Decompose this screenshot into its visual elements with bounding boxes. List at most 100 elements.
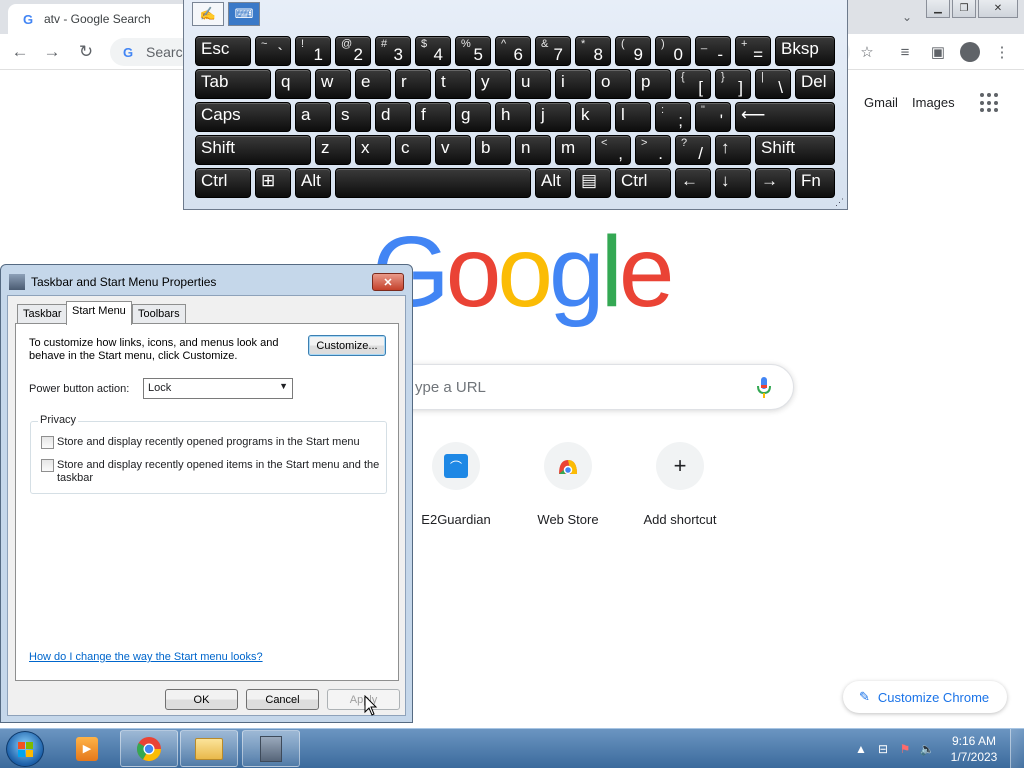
dialog-close-button[interactable]: ✕ bbox=[372, 273, 404, 291]
key-3[interactable]: #3 bbox=[375, 36, 411, 66]
minimize-button[interactable]: ▁ bbox=[926, 0, 950, 18]
key-symbol[interactable]: <, bbox=[595, 135, 631, 165]
clock[interactable]: 9:16 AM 1/7/2023 bbox=[938, 733, 1010, 765]
key-symbol[interactable]: :; bbox=[655, 102, 691, 132]
handwriting-pad-icon[interactable]: ✍ bbox=[192, 2, 224, 26]
checkbox[interactable] bbox=[41, 459, 54, 472]
key-u[interactable]: u bbox=[515, 69, 551, 99]
key-space[interactable] bbox=[335, 168, 531, 198]
key-t[interactable]: t bbox=[435, 69, 471, 99]
shortcut-e2guardian[interactable]: ⌒ E2Guardian bbox=[400, 442, 512, 527]
key-symbol[interactable]: _ - bbox=[695, 36, 731, 66]
key-c[interactable]: c bbox=[395, 135, 431, 165]
cancel-button[interactable]: Cancel bbox=[246, 689, 319, 710]
key-8[interactable]: * 8 bbox=[575, 36, 611, 66]
key-a[interactable]: a bbox=[295, 102, 331, 132]
key-shift[interactable]: Shift bbox=[195, 135, 311, 165]
power-button-select[interactable]: Lock ▼ bbox=[143, 378, 293, 399]
key-4[interactable]: $4 bbox=[415, 36, 451, 66]
profile-avatar[interactable] bbox=[960, 42, 980, 62]
key-5[interactable]: % 5 bbox=[455, 36, 491, 66]
start-button[interactable] bbox=[6, 731, 44, 767]
taskbar-chrome[interactable] bbox=[120, 730, 178, 767]
key-g[interactable]: g bbox=[455, 102, 491, 132]
key-2[interactable]: @2 bbox=[335, 36, 371, 66]
key-m[interactable]: m bbox=[555, 135, 591, 165]
key-symbol[interactable]: ⊞ bbox=[255, 168, 291, 198]
close-window-button[interactable]: ✕ bbox=[978, 0, 1018, 18]
key-esc[interactable]: Esc bbox=[195, 36, 251, 66]
key-alt[interactable]: Alt bbox=[535, 168, 571, 198]
privacy-option-items[interactable]: Store and display recently opened items … bbox=[41, 459, 381, 485]
key-o[interactable]: o bbox=[595, 69, 631, 99]
key-b[interactable]: b bbox=[475, 135, 511, 165]
key-f[interactable]: f bbox=[415, 102, 451, 132]
taskbar-media-player[interactable]: ▶ bbox=[58, 730, 116, 767]
key-symbol[interactable]: ? / bbox=[675, 135, 711, 165]
key-bksp[interactable]: Bksp bbox=[775, 36, 835, 66]
key-9[interactable]: (9 bbox=[615, 36, 651, 66]
key-symbol[interactable]: }] bbox=[715, 69, 751, 99]
volume-icon[interactable]: 🔈 bbox=[919, 741, 935, 757]
add-shortcut-button[interactable]: + Add shortcut bbox=[624, 442, 736, 527]
key-symbol[interactable]: {[ bbox=[675, 69, 711, 99]
key-symbol[interactable]: >. bbox=[635, 135, 671, 165]
help-link[interactable]: How do I change the way the Start menu l… bbox=[29, 651, 263, 663]
media-playlist-icon[interactable]: ≡ bbox=[895, 42, 915, 62]
resize-grip-icon[interactable]: ⋰ bbox=[835, 197, 845, 207]
key-7[interactable]: & 7 bbox=[535, 36, 571, 66]
key-ctrl[interactable]: Ctrl bbox=[615, 168, 671, 198]
microphone-icon[interactable] bbox=[757, 377, 771, 399]
key-shift[interactable]: Shift bbox=[755, 135, 835, 165]
key-fn[interactable]: Fn bbox=[795, 168, 835, 198]
key-symbol[interactable]: ⟵ bbox=[735, 102, 835, 132]
key-1[interactable]: ! 1 bbox=[295, 36, 331, 66]
tab-search-chevron-icon[interactable]: ⌄ bbox=[897, 7, 917, 27]
google-search-box[interactable]: ype a URL bbox=[360, 364, 794, 410]
restore-button[interactable]: ❐ bbox=[952, 0, 976, 18]
taskbar-explorer[interactable] bbox=[180, 730, 238, 767]
bookmark-star-icon[interactable]: ☆ bbox=[857, 42, 877, 62]
ok-button[interactable]: OK bbox=[165, 689, 238, 710]
key-l[interactable]: l bbox=[615, 102, 651, 132]
show-hidden-icons-icon[interactable]: ▲ bbox=[853, 741, 869, 757]
tab-start-menu[interactable]: Start Menu bbox=[66, 301, 132, 325]
key-x[interactable]: x bbox=[355, 135, 391, 165]
images-link[interactable]: Images bbox=[912, 95, 955, 110]
key-tab[interactable]: Tab bbox=[195, 69, 271, 99]
keyboard-mode-icon[interactable]: ⌨ bbox=[228, 2, 260, 26]
key-k[interactable]: k bbox=[575, 102, 611, 132]
key-v[interactable]: v bbox=[435, 135, 471, 165]
key-symbol[interactable]: ↓ bbox=[715, 168, 751, 198]
show-desktop-button[interactable] bbox=[1010, 729, 1024, 768]
network-icon[interactable]: ⊟ bbox=[875, 741, 891, 757]
key-del[interactable]: Del bbox=[795, 69, 835, 99]
key-symbol[interactable]: ← bbox=[675, 168, 711, 198]
privacy-option-programs[interactable]: Store and display recently opened progra… bbox=[41, 436, 381, 449]
key-symbol[interactable]: ▤ bbox=[575, 168, 611, 198]
google-apps-icon[interactable] bbox=[980, 93, 1000, 113]
key-symbol[interactable]: | \ bbox=[755, 69, 791, 99]
customize-chrome-button[interactable]: ✎ Customize Chrome bbox=[843, 681, 1007, 713]
reload-icon[interactable]: ↻ bbox=[76, 42, 96, 62]
key-caps[interactable]: Caps bbox=[195, 102, 291, 132]
key-symbol[interactable]: + = bbox=[735, 36, 771, 66]
key-z[interactable]: z bbox=[315, 135, 351, 165]
key-j[interactable]: j bbox=[535, 102, 571, 132]
chrome-menu-icon[interactable]: ⋮ bbox=[992, 42, 1012, 62]
key-e[interactable]: e bbox=[355, 69, 391, 99]
key-p[interactable]: p bbox=[635, 69, 671, 99]
key-i[interactable]: i bbox=[555, 69, 591, 99]
action-center-flag-icon[interactable]: ⚑ bbox=[897, 741, 913, 757]
key-y[interactable]: y bbox=[475, 69, 511, 99]
key-d[interactable]: d bbox=[375, 102, 411, 132]
key-0[interactable]: ) 0 bbox=[655, 36, 691, 66]
key-r[interactable]: r bbox=[395, 69, 431, 99]
key-6[interactable]: ^ 6 bbox=[495, 36, 531, 66]
back-arrow-icon[interactable]: ← bbox=[10, 42, 30, 62]
gmail-link[interactable]: Gmail bbox=[864, 95, 898, 110]
key-h[interactable]: h bbox=[495, 102, 531, 132]
checkbox[interactable] bbox=[41, 436, 54, 449]
key-symbol[interactable]: ↑ bbox=[715, 135, 751, 165]
shortcut-web-store[interactable]: Web Store bbox=[512, 442, 624, 527]
